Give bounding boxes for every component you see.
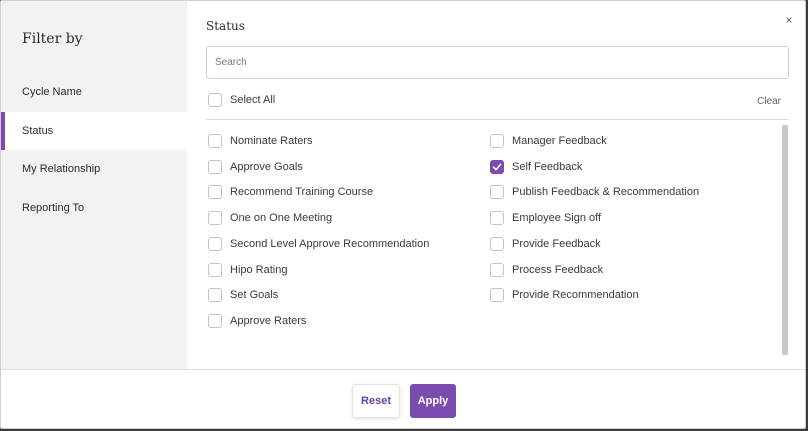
- status-option-label: Provide Recommendation: [512, 289, 639, 302]
- status-option-label: Nominate Raters: [230, 135, 313, 147]
- status-option-checkbox[interactable]: One on One Meeting: [208, 210, 332, 226]
- checkbox-box[interactable]: [490, 185, 504, 200]
- status-option-label: Employee Sign off: [512, 212, 602, 225]
- apply-button[interactable]: Apply: [410, 384, 456, 418]
- status-option-checkbox[interactable]: Hipo Rating: [208, 262, 287, 278]
- checkbox-box[interactable]: [208, 211, 222, 226]
- select-all-label: Select All: [230, 94, 276, 106]
- status-option-checkbox[interactable]: Set Goals: [208, 287, 278, 303]
- checkbox-box[interactable]: [208, 288, 222, 303]
- filter-modal: Filter by Cycle Name Status My Relations…: [0, 0, 806, 429]
- filter-sidebar: Filter by Cycle Name Status My Relations…: [1, 1, 187, 369]
- checkbox-box[interactable]: [208, 262, 222, 277]
- divider: [206, 119, 789, 120]
- checkbox-box[interactable]: [490, 262, 504, 277]
- options-scrollbar[interactable]: [782, 125, 788, 355]
- status-option-label: Second Level Approve Recommendation: [230, 237, 430, 250]
- status-option-label: Process Feedback: [512, 263, 604, 276]
- close-icon[interactable]: ×: [783, 13, 795, 27]
- filter-panel: Status × Select All Clear Nominate Rater…: [187, 1, 805, 369]
- checkbox-box[interactable]: [208, 185, 222, 200]
- modal-footer: Reset Apply: [1, 369, 805, 428]
- checkmark-icon: [492, 163, 502, 171]
- status-option-label: Set Goals: [230, 289, 279, 302]
- search-input[interactable]: [206, 46, 789, 79]
- checkbox-box[interactable]: [490, 236, 504, 251]
- status-option-label: Approve Goals: [230, 160, 303, 173]
- status-option-checkbox[interactable]: Nominate Raters: [208, 133, 313, 149]
- checkbox-box[interactable]: [208, 93, 222, 107]
- sidebar-item-status[interactable]: Status: [1, 112, 187, 150]
- sidebar-item-my-relationship[interactable]: My Relationship: [1, 150, 187, 188]
- sidebar-item-cycle-name[interactable]: Cycle Name: [1, 73, 187, 111]
- status-option-checkbox[interactable]: Approve Raters: [208, 313, 306, 329]
- status-option-label: Provide Feedback: [512, 237, 601, 250]
- checkbox-box[interactable]: [208, 159, 222, 174]
- checkbox-box[interactable]: [490, 288, 504, 303]
- status-option-checkbox[interactable]: Provide Feedback: [490, 236, 601, 252]
- checkbox-box[interactable]: [208, 134, 222, 148]
- status-option-checkbox[interactable]: Manager Feedback: [490, 133, 607, 149]
- status-option-label: Manager Feedback: [512, 135, 607, 147]
- clear-link[interactable]: Clear: [757, 96, 781, 107]
- status-option-label: One on One Meeting: [230, 212, 333, 225]
- status-option-label: Hipo Rating: [230, 263, 288, 276]
- status-option-checkbox[interactable]: Employee Sign off: [490, 210, 601, 226]
- status-option-label: Self Feedback: [512, 160, 583, 173]
- checkbox-box[interactable]: [490, 211, 504, 226]
- checkbox-box[interactable]: [208, 236, 222, 251]
- status-option-checkbox[interactable]: Approve Goals: [208, 159, 303, 175]
- checkbox-checked-icon[interactable]: [490, 159, 504, 174]
- checkbox-box[interactable]: [208, 313, 222, 328]
- sidebar-item-reporting-to[interactable]: Reporting To: [1, 189, 187, 227]
- status-option-checkbox[interactable]: Second Level Approve Recommendation: [208, 236, 429, 252]
- status-option-label: Approve Raters: [230, 314, 307, 327]
- sidebar-title: Filter by: [22, 31, 83, 47]
- status-option-checkbox[interactable]: Publish Feedback & Recommendation: [490, 184, 699, 200]
- status-option-checkbox[interactable]: Process Feedback: [490, 262, 603, 278]
- reset-button[interactable]: Reset: [352, 384, 400, 418]
- status-option-label: Recommend Training Course: [230, 186, 374, 199]
- checkbox-box[interactable]: [490, 134, 504, 148]
- panel-title: Status: [206, 19, 245, 33]
- status-option-label: Publish Feedback & Recommendation: [512, 186, 700, 199]
- status-option-checkbox[interactable]: Self Feedback: [490, 159, 582, 175]
- status-option-checkbox[interactable]: Provide Recommendation: [490, 287, 639, 303]
- status-option-checkbox[interactable]: Recommend Training Course: [208, 184, 373, 200]
- select-all-checkbox[interactable]: Select All: [208, 92, 275, 108]
